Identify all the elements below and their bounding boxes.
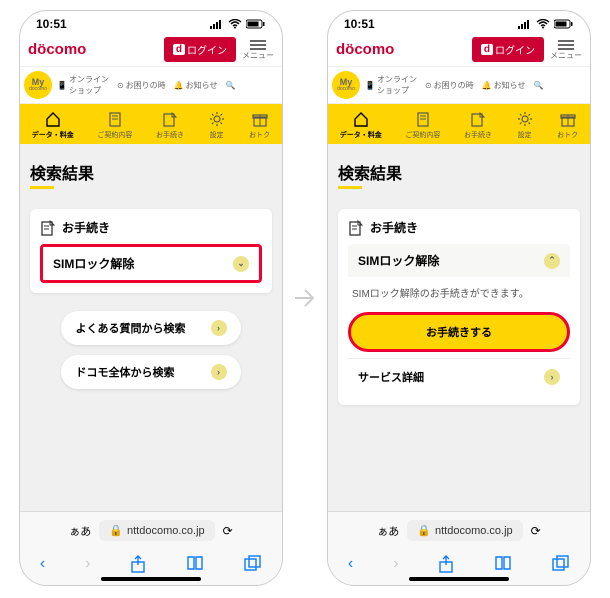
search-icon[interactable]: 🔍	[222, 81, 238, 90]
procedure-description: SIMロック解除のお手続きができます。	[348, 277, 570, 308]
url-bar[interactable]: 🔒nttdocomo.co.jp	[99, 520, 214, 541]
status-icons	[518, 19, 574, 29]
page-title: 検索結果	[338, 160, 580, 184]
chevron-down-icon: ⌄	[233, 256, 249, 272]
status-icons	[210, 19, 266, 29]
share-icon[interactable]	[130, 555, 146, 573]
signal-icon	[210, 19, 224, 29]
status-bar: 10:51	[20, 11, 282, 33]
app-header: döcomo ログイン メニュー	[328, 33, 590, 67]
chevron-right-icon: ›	[211, 364, 227, 380]
title-underline	[338, 186, 362, 189]
tabs-icon[interactable]	[244, 555, 262, 573]
tab-procedure[interactable]: お手続き	[464, 110, 492, 140]
battery-icon	[246, 19, 266, 29]
menu-button[interactable]: メニュー	[242, 40, 274, 60]
wifi-icon	[536, 19, 550, 29]
wifi-icon	[228, 19, 242, 29]
document-icon	[40, 220, 56, 236]
chevron-right-icon: ›	[544, 369, 560, 385]
tab-settings[interactable]: 設定	[208, 110, 226, 140]
all-search-button[interactable]: ドコモ全体から検索›	[61, 355, 240, 389]
tab-data[interactable]: データ・料金	[340, 110, 382, 140]
lock-icon: 🔒	[417, 524, 431, 537]
home-indicator	[101, 577, 201, 581]
refresh-icon[interactable]: ⟳	[223, 524, 233, 538]
logo: döcomo	[336, 41, 394, 58]
help-link[interactable]: ⊙お困りの時	[422, 80, 477, 91]
tab-deals[interactable]: おトク	[557, 110, 578, 140]
status-time: 10:51	[344, 17, 375, 31]
battery-icon	[554, 19, 574, 29]
tab-data[interactable]: データ・料金	[32, 110, 74, 140]
chevron-right-icon: ›	[211, 320, 227, 336]
service-detail-button[interactable]: サービス詳細›	[348, 358, 570, 395]
tab-bar: データ・料金 ご契約内容 お手続き 設定 おトク	[328, 104, 590, 144]
signal-icon	[518, 19, 532, 29]
reader-button[interactable]: ぁあ	[377, 523, 399, 539]
page-title: 検索結果	[30, 160, 272, 184]
online-shop-link[interactable]: 📱オンライン ショップ	[362, 74, 420, 96]
forward-button[interactable]: ›	[85, 555, 90, 573]
status-time: 10:51	[36, 17, 67, 31]
forward-button[interactable]: ›	[393, 555, 398, 573]
transition-arrow-icon	[291, 284, 319, 312]
bookmarks-icon[interactable]	[186, 555, 204, 573]
reader-button[interactable]: ぁあ	[69, 523, 91, 539]
tab-contract[interactable]: ご契約内容	[405, 110, 440, 140]
login-button[interactable]: ログイン	[164, 37, 236, 62]
my-docomo-badge[interactable]: Mydocomo	[332, 71, 360, 99]
browser-nav: ‹ ›	[328, 549, 590, 575]
lock-icon: 🔒	[109, 524, 123, 537]
faq-search-button[interactable]: よくある質問から検索›	[61, 311, 240, 345]
proceed-button[interactable]: お手続きする	[348, 312, 570, 352]
bookmarks-icon[interactable]	[494, 555, 512, 573]
document-icon	[348, 220, 364, 236]
news-link[interactable]: 🔔お知らせ	[171, 80, 221, 91]
chevron-up-icon: ⌃	[544, 253, 560, 269]
help-link[interactable]: ⊙お困りの時	[114, 80, 169, 91]
back-button[interactable]: ‹	[40, 555, 45, 573]
tab-deals[interactable]: おトク	[249, 110, 270, 140]
share-icon[interactable]	[438, 555, 454, 573]
content: 検索結果 お手続き SIMロック解除 ⌃ SIMロック解除のお手続きができます。…	[328, 144, 590, 511]
title-underline	[30, 186, 54, 189]
phone-right: 10:51 döcomo ログイン メニュー Mydocomo 📱オンライン シ…	[327, 10, 591, 586]
home-indicator	[409, 577, 509, 581]
online-shop-link[interactable]: 📱オンライン ショップ	[54, 74, 112, 96]
card-header: お手続き	[40, 219, 262, 236]
refresh-icon[interactable]: ⟳	[531, 524, 541, 538]
browser-chrome: ぁあ 🔒nttdocomo.co.jp ⟳ ‹ ›	[20, 511, 282, 585]
search-icon[interactable]: 🔍	[530, 81, 546, 90]
news-link[interactable]: 🔔お知らせ	[479, 80, 529, 91]
content: 検索結果 お手続き SIMロック解除 ⌄ よくある質問から検索› ドコモ全体から…	[20, 144, 282, 511]
accordion-sim-unlock[interactable]: SIMロック解除 ⌃	[348, 244, 570, 277]
tabs-icon[interactable]	[552, 555, 570, 573]
back-button[interactable]: ‹	[348, 555, 353, 573]
login-button[interactable]: ログイン	[472, 37, 544, 62]
logo: döcomo	[28, 41, 86, 58]
card-header: お手続き	[348, 219, 570, 236]
search-pills: よくある質問から検索› ドコモ全体から検索›	[30, 311, 272, 389]
browser-chrome: ぁあ 🔒nttdocomo.co.jp ⟳ ‹ ›	[328, 511, 590, 585]
tab-contract[interactable]: ご契約内容	[97, 110, 132, 140]
subnav: Mydocomo 📱オンライン ショップ ⊙お困りの時 🔔お知らせ 🔍	[328, 67, 590, 104]
browser-nav: ‹ ›	[20, 549, 282, 575]
subnav: Mydocomo 📱オンライン ショップ ⊙お困りの時 🔔お知らせ 🔍	[20, 67, 282, 104]
status-bar: 10:51	[328, 11, 590, 33]
tab-settings[interactable]: 設定	[516, 110, 534, 140]
tab-bar: データ・料金 ご契約内容 お手続き 設定 おトク	[20, 104, 282, 144]
results-card: お手続き SIMロック解除 ⌄	[30, 209, 272, 293]
results-card: お手続き SIMロック解除 ⌃ SIMロック解除のお手続きができます。 お手続き…	[338, 209, 580, 405]
url-bar[interactable]: 🔒nttdocomo.co.jp	[407, 520, 522, 541]
menu-button[interactable]: メニュー	[550, 40, 582, 60]
accordion-sim-unlock[interactable]: SIMロック解除 ⌄	[40, 244, 262, 283]
my-docomo-badge[interactable]: Mydocomo	[24, 71, 52, 99]
app-header: döcomo ログイン メニュー	[20, 33, 282, 67]
phone-left: 10:51 döcomo ログイン メニュー Mydocomo 📱オンライン シ…	[19, 10, 283, 586]
tab-procedure[interactable]: お手続き	[156, 110, 184, 140]
